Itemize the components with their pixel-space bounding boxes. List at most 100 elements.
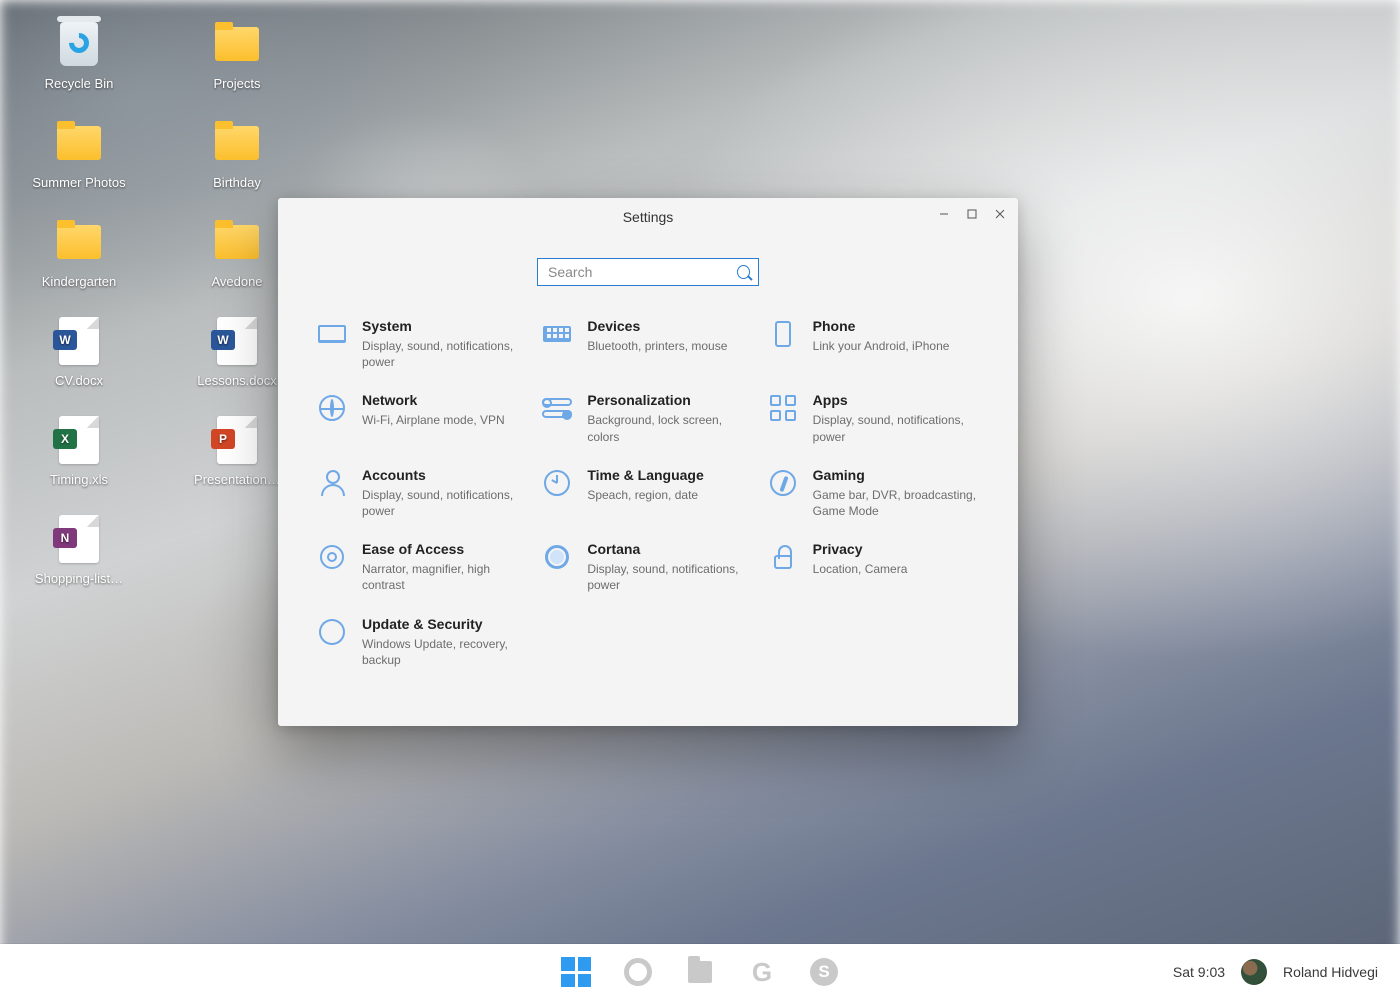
icon-label: Presentation… [194,472,280,487]
category-cortana[interactable]: Cortana Display, sound, notifications, p… [541,541,754,593]
category-title: Phone [813,318,950,334]
category-desc: Bluetooth, printers, mouse [587,338,727,354]
category-title: Gaming [813,467,980,483]
excel-icon: X [52,416,106,464]
bin-icon [52,20,106,68]
category-title: Cortana [587,541,754,557]
category-desc: Link your Android, iPhone [813,338,950,354]
search-icon [737,265,750,279]
apps-icon [767,392,799,424]
category-title: Network [362,392,505,408]
icon-label: Recycle Bin [45,76,114,91]
desktop-icon-folder[interactable]: Birthday [178,119,296,190]
folder-icon [210,119,264,167]
category-ease[interactable]: Ease of Access Narrator, magnifier, high… [316,541,529,593]
personalization-icon [541,392,573,424]
minimize-button[interactable] [930,202,958,226]
folder-icon [210,218,264,266]
icon-label: Projects [214,76,261,91]
privacy-icon [767,541,799,573]
system-icon [316,318,348,350]
desktop-icon-bin[interactable]: Recycle Bin [20,20,138,91]
onenote-icon: N [52,515,106,563]
desktop-icon-onenote[interactable]: N Shopping-list… [20,515,138,586]
category-devices[interactable]: Devices Bluetooth, printers, mouse [541,318,754,370]
time-icon [541,467,573,499]
taskbar-center: G S [560,956,840,988]
update-icon [316,616,348,648]
category-title: Personalization [587,392,754,408]
category-desc: Wi-Fi, Airplane mode, VPN [362,412,505,428]
icon-label: Lessons.docx [197,373,277,388]
start-button[interactable] [560,956,592,988]
clock[interactable]: Sat 9:03 [1173,964,1225,980]
user-avatar[interactable] [1241,959,1267,985]
category-accounts[interactable]: Accounts Display, sound, notifications, … [316,467,529,519]
category-title: Devices [587,318,727,334]
category-desc: Narrator, magnifier, high contrast [362,561,529,593]
category-desc: Game bar, DVR, broadcasting, Game Mode [813,487,980,519]
desktop-icon-folder[interactable]: Summer Photos [20,119,138,190]
user-name[interactable]: Roland Hidvegi [1283,964,1378,980]
search-input[interactable] [546,263,731,281]
category-title: Privacy [813,541,908,557]
network-icon [316,392,348,424]
gaming-icon [767,467,799,499]
taskbar: G S Sat 9:03 Roland Hidvegi [0,944,1400,1000]
category-network[interactable]: Network Wi-Fi, Airplane mode, VPN [316,392,529,444]
category-personalization[interactable]: Personalization Background, lock screen,… [541,392,754,444]
category-title: Apps [813,392,980,408]
word-icon: W [210,317,264,365]
category-desc: Display, sound, notifications, power [362,338,529,370]
desktop-icon-folder[interactable]: Projects [178,20,296,91]
desktop-icon-folder[interactable]: Kindergarten [20,218,138,289]
category-privacy[interactable]: Privacy Location, Camera [767,541,980,593]
accounts-icon [316,467,348,499]
close-button[interactable] [986,202,1014,226]
category-update[interactable]: Update & Security Windows Update, recove… [316,616,529,668]
icon-label: Shopping-list… [35,571,123,586]
category-system[interactable]: System Display, sound, notifications, po… [316,318,529,370]
category-gaming[interactable]: Gaming Game bar, DVR, broadcasting, Game… [767,467,980,519]
category-desc: Windows Update, recovery, backup [362,636,529,668]
category-title: Accounts [362,467,529,483]
maximize-button[interactable] [958,202,986,226]
icon-label: Kindergarten [42,274,116,289]
category-time[interactable]: Time & Language Speach, region, date [541,467,754,519]
cortana-icon [541,541,573,573]
icon-label: Avedone [211,274,262,289]
settings-categories: System Display, sound, notifications, po… [278,286,1018,696]
category-apps[interactable]: Apps Display, sound, notifications, powe… [767,392,980,444]
google-icon[interactable]: G [746,956,778,988]
category-desc: Speach, region, date [587,487,703,503]
icon-label: Summer Photos [32,175,125,190]
file-explorer-icon[interactable] [684,956,716,988]
category-desc: Location, Camera [813,561,908,577]
taskbar-right: Sat 9:03 Roland Hidvegi [1173,959,1378,985]
devices-icon [541,318,573,350]
icon-label: Birthday [213,175,261,190]
folder-icon [52,218,106,266]
category-desc: Background, lock screen, colors [587,412,754,444]
skype-icon[interactable]: S [808,956,840,988]
ease-icon [316,541,348,573]
category-phone[interactable]: Phone Link your Android, iPhone [767,318,980,370]
desktop: Recycle Bin Summer Photos Kindergarten W … [20,20,296,586]
phone-icon [767,318,799,350]
category-desc: Display, sound, notifications, power [813,412,980,444]
folder-icon [210,20,264,68]
icon-label: Timing.xls [50,472,108,487]
desktop-icon-word[interactable]: W CV.docx [20,317,138,388]
settings-window: Settings System Display, sound, notifica… [278,198,1018,726]
category-title: Time & Language [587,467,703,483]
category-title: System [362,318,529,334]
category-title: Update & Security [362,616,529,632]
desktop-icon-excel[interactable]: X Timing.xls [20,416,138,487]
window-controls [930,202,1014,226]
category-desc: Display, sound, notifications, power [587,561,754,593]
word-icon: W [52,317,106,365]
edge-icon[interactable] [622,956,654,988]
search-box[interactable] [537,258,759,286]
folder-icon [52,119,106,167]
category-desc: Display, sound, notifications, power [362,487,529,519]
